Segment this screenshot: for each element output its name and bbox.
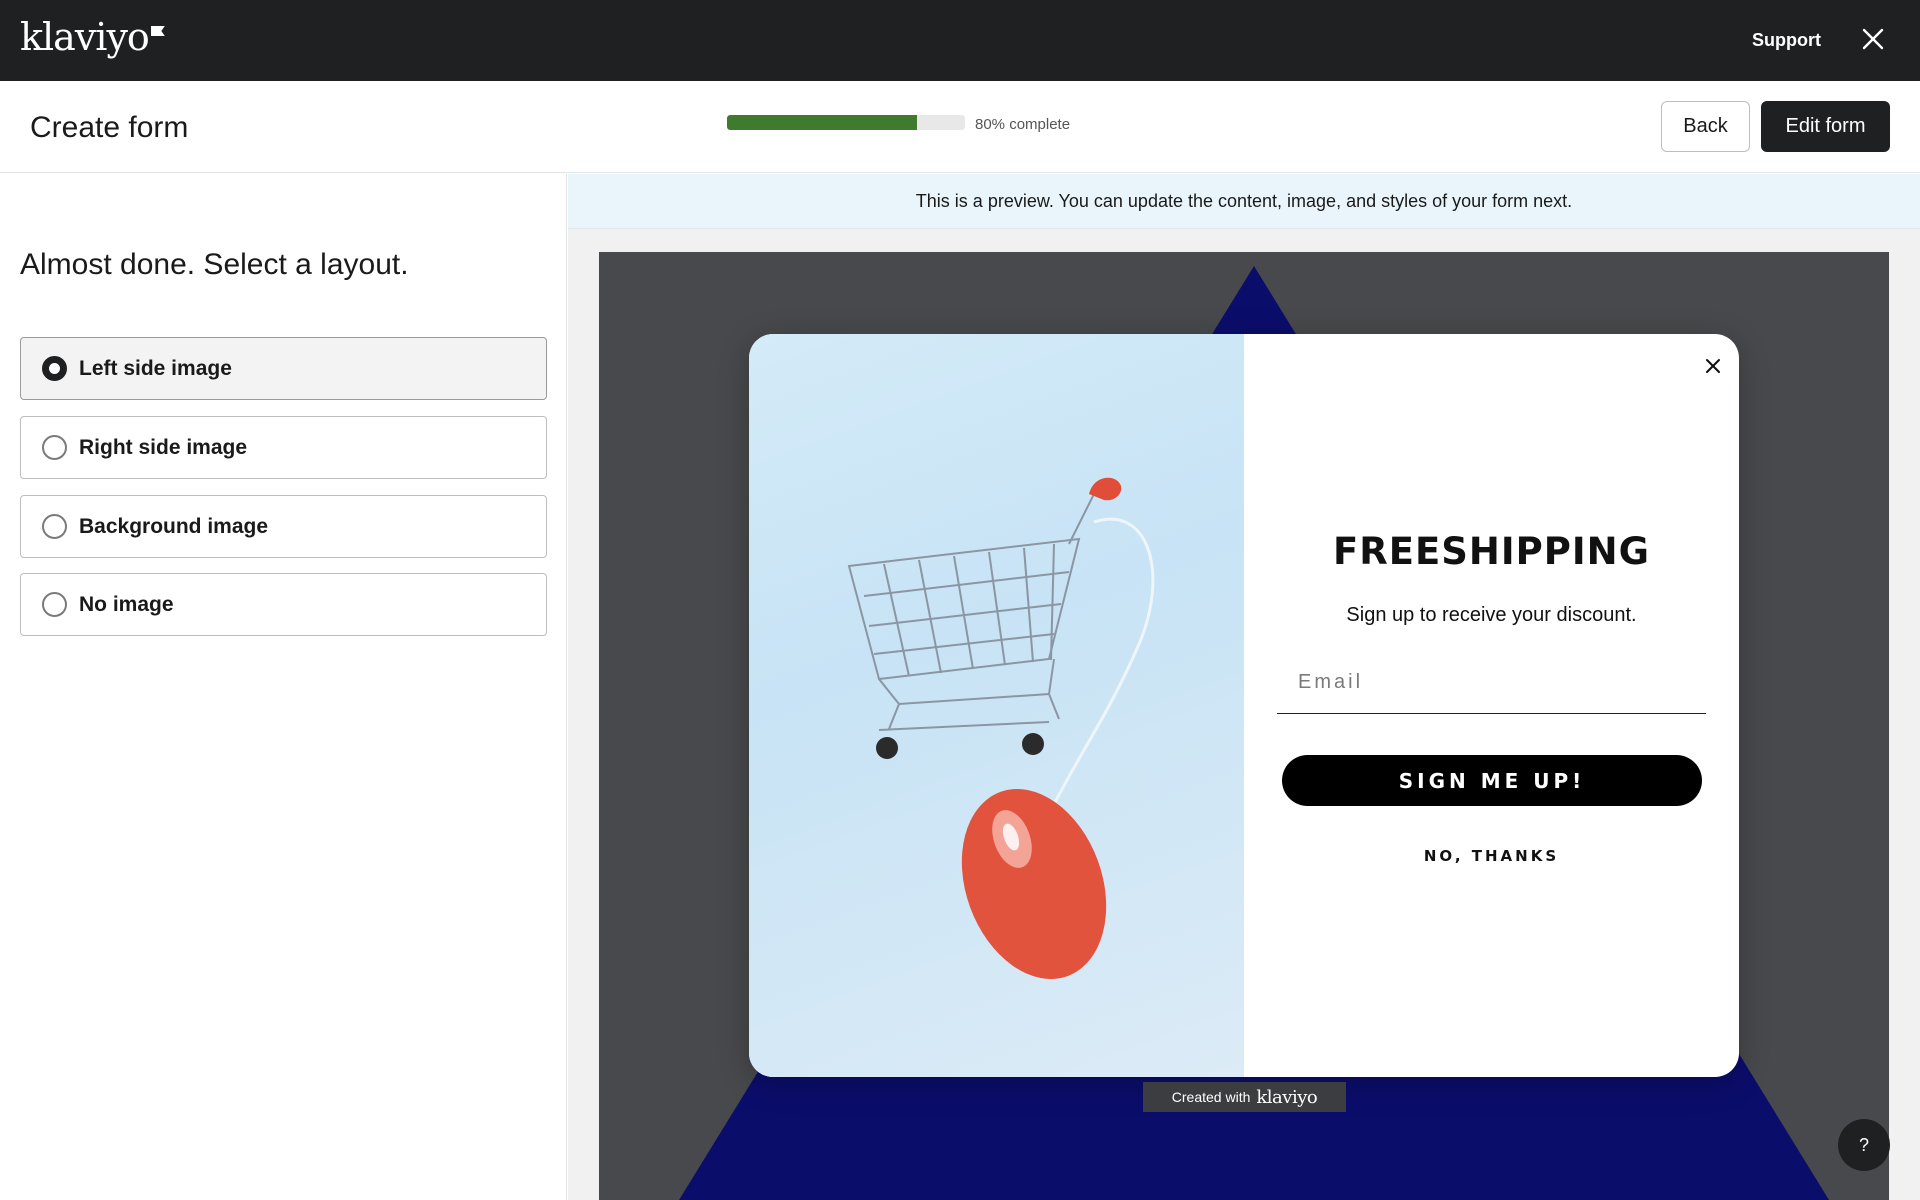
option-label: No image (79, 592, 174, 616)
sign-me-up-button[interactable]: SIGN ME UP! (1282, 755, 1702, 806)
klaviyo-mini-logo: klaviyo (1256, 1086, 1318, 1108)
progress-fill (727, 115, 918, 130)
modal-subheading: Sign up to receive your discount. (1346, 604, 1637, 626)
modal-heading: FREESHIPPING (1332, 530, 1651, 573)
page-title: Create form (30, 111, 189, 144)
preview-banner: This is a preview. You can update the co… (568, 174, 1920, 229)
layout-option-left-side-image[interactable]: Left side image (20, 337, 547, 400)
email-field[interactable] (1277, 652, 1706, 714)
layout-option-background-image[interactable]: Background image (20, 495, 547, 558)
shopping-cart-and-mouse-image (749, 334, 1244, 1077)
option-label: Left side image (79, 356, 232, 380)
close-icon[interactable] (1862, 28, 1884, 50)
option-label: Background image (79, 514, 269, 538)
radio-selected-icon[interactable] (42, 356, 67, 381)
edit-form-button[interactable]: Edit form (1761, 101, 1890, 152)
created-with-label: Created with (1171, 1089, 1251, 1105)
no-thanks-link[interactable]: NO, THANKS (1244, 847, 1739, 865)
option-label: Right side image (79, 435, 248, 459)
layout-option-right-side-image[interactable]: Right side image (20, 416, 547, 479)
panel-heading: Almost done. Select a layout. (20, 248, 409, 281)
progress-label: 80% complete (975, 116, 1071, 133)
page-header: Create form 80% complete Back Edit form (0, 81, 1920, 173)
created-with-badge[interactable]: Created with klaviyo (1143, 1082, 1346, 1112)
logo-flag-icon (150, 26, 165, 36)
modal-close-icon[interactable] (1699, 352, 1727, 380)
popup-form: FREESHIPPING Sign up to receive your dis… (749, 334, 1739, 1077)
radio-unselected-icon[interactable] (42, 592, 67, 617)
radio-unselected-icon[interactable] (42, 435, 67, 460)
layout-panel: Almost done. Select a layout. Left side … (0, 174, 567, 1200)
radio-unselected-icon[interactable] (42, 514, 67, 539)
help-button[interactable]: ? (1838, 1119, 1890, 1171)
klaviyo-logo[interactable]: klaviyo (20, 18, 165, 56)
cart-illustration (847, 477, 1155, 979)
back-button[interactable]: Back (1661, 101, 1750, 152)
progress-bar (727, 115, 965, 130)
top-bar: klaviyo Support (0, 0, 1920, 81)
support-link[interactable]: Support (1752, 30, 1821, 51)
layout-option-no-image[interactable]: No image (20, 573, 547, 636)
